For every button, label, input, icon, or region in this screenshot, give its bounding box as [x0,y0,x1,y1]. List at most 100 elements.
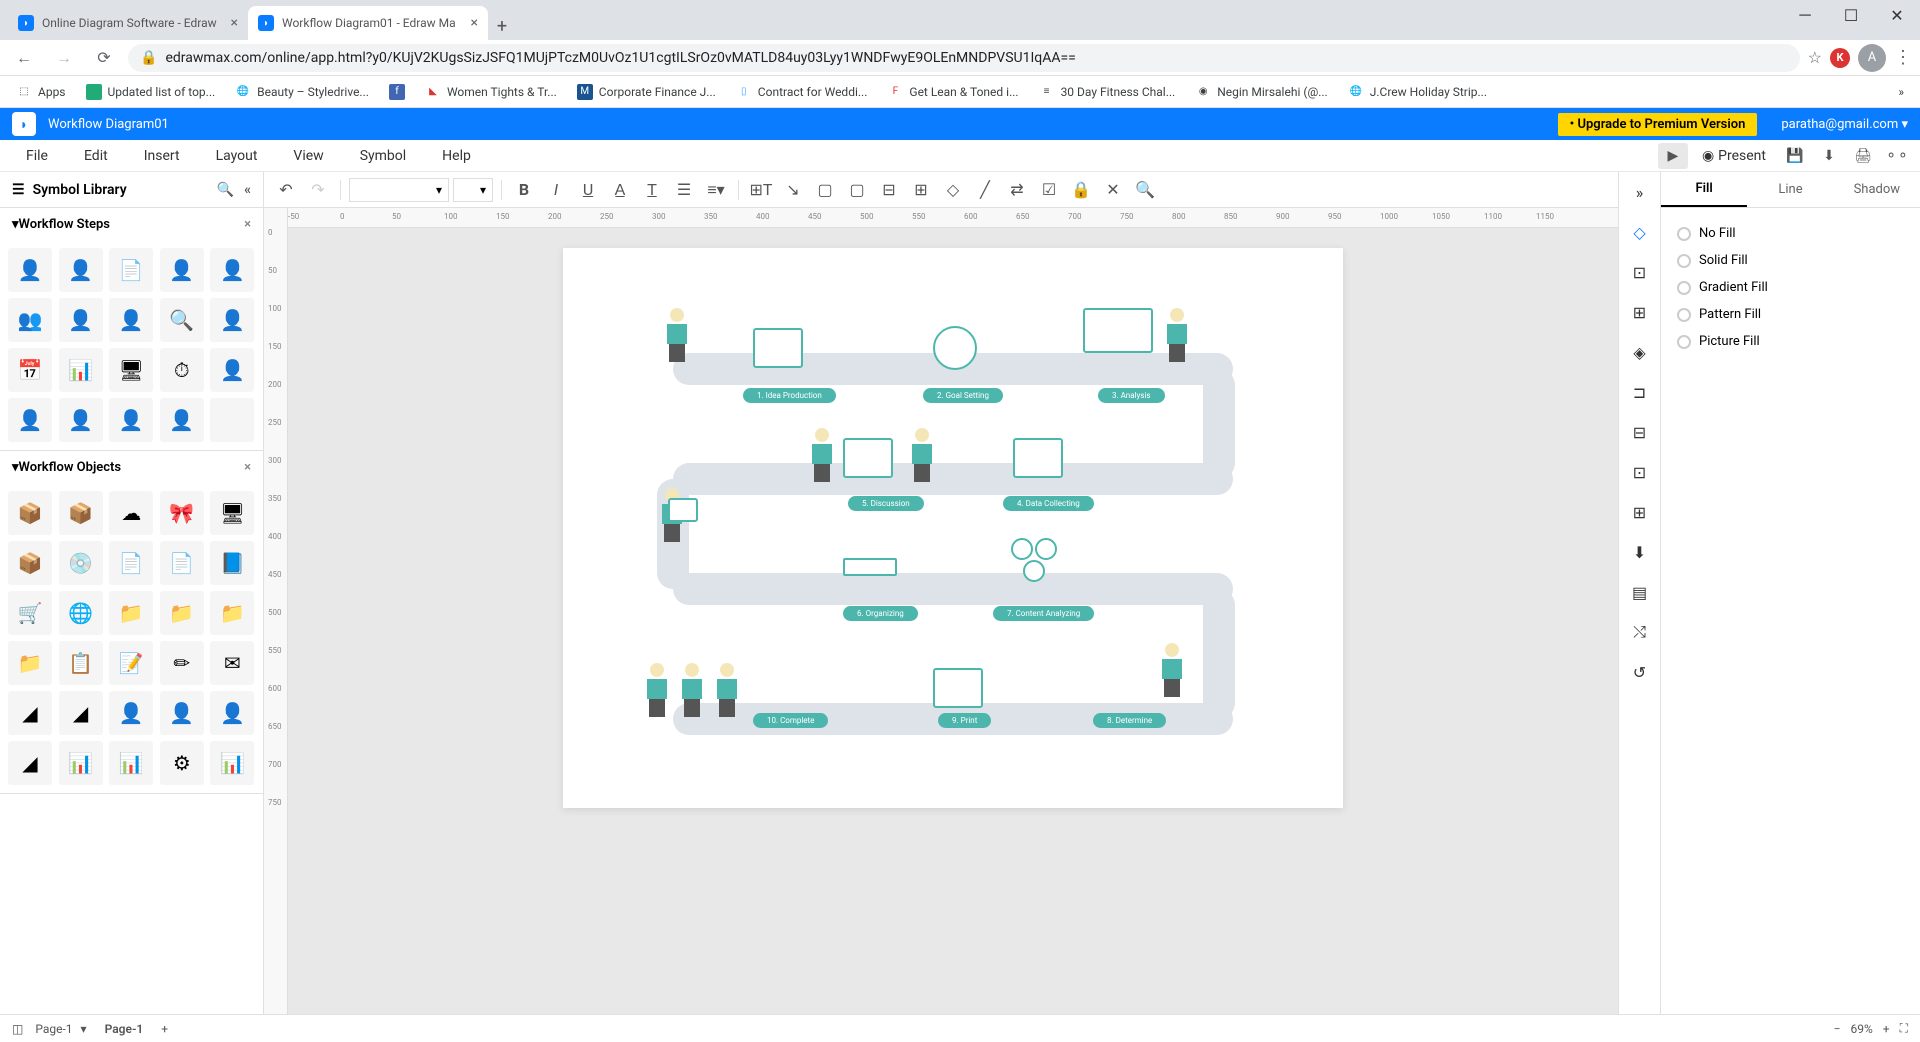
slideshow-icon[interactable]: ▶ [1658,143,1688,169]
symbol-item[interactable]: 🖥 [210,491,254,535]
layers-icon[interactable]: ◈ [1626,338,1654,366]
search-button[interactable]: 🔍 [1131,176,1159,204]
person-figure[interactable] [663,308,691,358]
radio-pattern-fill[interactable]: Pattern Fill [1677,301,1904,328]
symbol-item[interactable]: ◢ [8,741,52,785]
profile-avatar[interactable]: A [1858,44,1886,72]
forward-button[interactable]: → [48,42,80,74]
person-figure[interactable] [808,428,836,478]
add-page-button[interactable]: + [161,1022,168,1036]
comment-icon[interactable]: ⊐ [1626,378,1654,406]
bookmark-item[interactable]: MCorporate Finance J... [569,80,724,104]
image-tool-icon[interactable]: ⊡ [1626,258,1654,286]
shape-button[interactable]: ▢ [843,176,871,204]
symbol-item[interactable]: ◢ [59,691,103,735]
symbol-item[interactable]: 📄 [109,248,153,292]
line-button[interactable]: ╱ [971,176,999,204]
symbol-item[interactable]: 📦 [8,541,52,585]
symbol-item[interactable]: ◢ [8,691,52,735]
italic-button[interactable]: I [542,176,570,204]
text-tool-button[interactable]: ⊞T [747,176,775,204]
expand-icon[interactable]: » [1626,178,1654,206]
download-icon[interactable]: ⬇ [1814,143,1844,169]
step-label[interactable]: 8. Determine [1093,713,1166,728]
reload-button[interactable]: ⟳ [88,42,120,74]
chevron-down-icon[interactable]: ▾ [81,1022,87,1036]
symbol-item[interactable]: 👤 [109,691,153,735]
symbol-item[interactable]: 👤 [8,398,52,442]
symbol-item[interactable]: 📦 [59,491,103,535]
upgrade-button[interactable]: • Upgrade to Premium Version [1558,113,1758,136]
gear-icon[interactable] [1035,538,1057,560]
bookmark-item[interactable]: FGet Lean & Toned i... [879,80,1026,104]
step-label[interactable]: 1. Idea Production [743,388,836,403]
extension-k-icon[interactable]: K [1830,48,1850,68]
tree-icon[interactable]: ⊞ [1626,498,1654,526]
close-window-button[interactable]: ✕ [1874,0,1920,30]
section-header[interactable]: ▾ Workflow Objects× [0,451,263,483]
symbol-item[interactable]: ⏱ [160,348,204,392]
symbol-item[interactable]: 📘 [210,541,254,585]
menu-symbol[interactable]: Symbol [342,142,424,170]
print-icon[interactable]: 🖨 [1848,143,1878,169]
symbol-item[interactable]: 👤 [160,398,204,442]
page-canvas[interactable]: 1. Idea Production 2. Goal Setting 3. An… [563,248,1343,808]
shuffle-icon[interactable]: ⤭ [1626,618,1654,646]
redo-button[interactable]: ↷ [304,176,332,204]
layout-icon[interactable]: ◫ [12,1022,23,1036]
symbol-item[interactable]: 👤 [210,348,254,392]
tools-button[interactable]: ✕ [1099,176,1127,204]
underline-button[interactable]: U [574,176,602,204]
zoom-in-button[interactable]: + [1883,1022,1890,1036]
symbol-item[interactable]: 👤 [8,248,52,292]
group-button[interactable]: ⊞ [907,176,935,204]
symbol-item[interactable]: 👤 [59,298,103,342]
menu-view[interactable]: View [275,142,341,170]
history-icon[interactable]: ↺ [1626,658,1654,686]
chrome-menu-button[interactable]: ⋮ [1894,47,1912,68]
bookmark-item[interactable]: Updated list of top... [78,80,224,104]
menu-insert[interactable]: Insert [126,142,198,170]
close-icon[interactable]: × [244,217,251,232]
tab-fill[interactable]: Fill [1661,172,1747,207]
screen-icon[interactable] [843,438,893,478]
minimize-button[interactable]: ─ [1782,0,1828,30]
fill-button[interactable]: ◇ [939,176,967,204]
bookmark-item[interactable]: 🌐J.Crew Holiday Strip... [1340,80,1495,104]
menu-layout[interactable]: Layout [198,142,276,170]
menu-edit[interactable]: Edit [66,142,126,170]
bookmark-item[interactable]: ◣Women Tights & Tr... [417,80,565,104]
symbol-item[interactable]: 👤 [109,398,153,442]
arrow-style-button[interactable]: ⇄ [1003,176,1031,204]
step-label[interactable]: 5. Discussion [848,496,924,511]
chart-icon[interactable] [1083,308,1153,353]
step-label[interactable]: 4. Data Collecting [1003,496,1094,511]
symbol-item[interactable]: 🔍 [160,298,204,342]
printer-icon[interactable] [933,668,983,708]
tab-line[interactable]: Line [1747,172,1833,207]
bookmark-item[interactable]: f [381,80,413,104]
symbol-item[interactable]: 📁 [8,641,52,685]
symbol-item[interactable]: 👤 [59,248,103,292]
step-label[interactable]: 9. Print [938,713,991,728]
collapse-icon[interactable]: « [244,182,251,198]
search-icon[interactable]: 🔍 [217,182,234,198]
close-icon[interactable]: × [231,15,238,31]
badge-icon[interactable] [668,498,698,522]
bookmark-item[interactable]: ▯Contract for Weddi... [728,80,876,104]
symbol-item[interactable]: 📁 [109,591,153,635]
page-tab[interactable]: Page-1 [95,1020,154,1038]
menu-file[interactable]: File [8,142,66,170]
section-header[interactable]: ▾ Workflow Steps× [0,208,263,240]
back-button[interactable]: ← [8,42,40,74]
symbol-item[interactable]: 📊 [109,741,153,785]
close-icon[interactable]: × [244,460,251,475]
bookmark-overflow[interactable]: » [1890,81,1912,103]
symbol-item[interactable]: 🖥 [109,348,153,392]
user-menu[interactable]: paratha@gmail.com ▾ [1781,117,1908,132]
symbol-item[interactable]: 📊 [210,741,254,785]
symbol-item[interactable] [210,398,254,442]
person-figure[interactable] [643,663,671,713]
app-logo-icon[interactable]: ◗ [12,112,36,136]
connector-button[interactable]: ↘ [779,176,807,204]
